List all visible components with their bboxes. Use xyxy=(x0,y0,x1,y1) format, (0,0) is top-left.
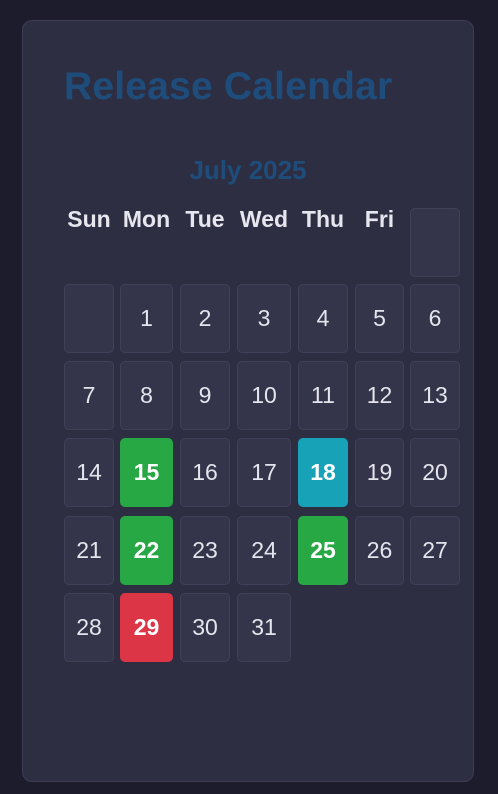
day-cell-3[interactable]: 3 xyxy=(237,284,291,353)
day-cell-empty xyxy=(64,284,114,353)
day-cell-28[interactable]: 28 xyxy=(64,593,114,662)
day-cell-19[interactable]: 19 xyxy=(355,438,404,507)
day-cell-11[interactable]: 11 xyxy=(298,361,348,430)
day-cell-4[interactable]: 4 xyxy=(298,284,348,353)
day-cell-23[interactable]: 23 xyxy=(180,516,230,585)
day-cell-8[interactable]: 8 xyxy=(120,361,173,430)
weekday-fri: Fri xyxy=(364,206,395,232)
day-cell-30[interactable]: 30 xyxy=(180,593,230,662)
day-cell-26[interactable]: 26 xyxy=(355,516,404,585)
day-cell-6[interactable]: 6 xyxy=(410,284,460,353)
day-cell-5[interactable]: 5 xyxy=(355,284,404,353)
day-cell-21[interactable]: 21 xyxy=(64,516,114,585)
day-cell-20[interactable]: 20 xyxy=(410,438,460,507)
weekday-mon: Mon xyxy=(122,206,171,232)
day-cell-13[interactable]: 13 xyxy=(410,361,460,430)
day-cell-29-deadline[interactable]: 29 xyxy=(120,593,173,662)
day-cell-14[interactable]: 14 xyxy=(64,438,114,507)
day-cell-12[interactable]: 12 xyxy=(355,361,404,430)
day-cell-16[interactable]: 16 xyxy=(180,438,230,507)
day-cell-27[interactable]: 27 xyxy=(410,516,460,585)
day-cell-25-release[interactable]: 25 xyxy=(298,516,348,585)
weekday-sat-empty-cell xyxy=(410,208,460,277)
day-cell-24[interactable]: 24 xyxy=(237,516,291,585)
day-cell-22-release[interactable]: 22 xyxy=(120,516,173,585)
weekday-sun: Sun xyxy=(67,206,111,232)
day-cell-7[interactable]: 7 xyxy=(64,361,114,430)
day-cell-17[interactable]: 17 xyxy=(237,438,291,507)
day-cell-1[interactable]: 1 xyxy=(120,284,173,353)
day-cell-10[interactable]: 10 xyxy=(237,361,291,430)
weekday-tue: Tue xyxy=(185,206,225,232)
month-label: July 2025 xyxy=(189,155,307,185)
day-cell-2[interactable]: 2 xyxy=(180,284,230,353)
day-cell-18-today[interactable]: 18 xyxy=(298,438,348,507)
day-cell-31[interactable]: 31 xyxy=(237,593,291,662)
day-cell-9[interactable]: 9 xyxy=(180,361,230,430)
page-title: Release Calendar xyxy=(64,65,393,108)
weekday-thu: Thu xyxy=(301,206,345,232)
weekday-wed: Wed xyxy=(239,206,289,232)
day-cell-15-release[interactable]: 15 xyxy=(120,438,173,507)
